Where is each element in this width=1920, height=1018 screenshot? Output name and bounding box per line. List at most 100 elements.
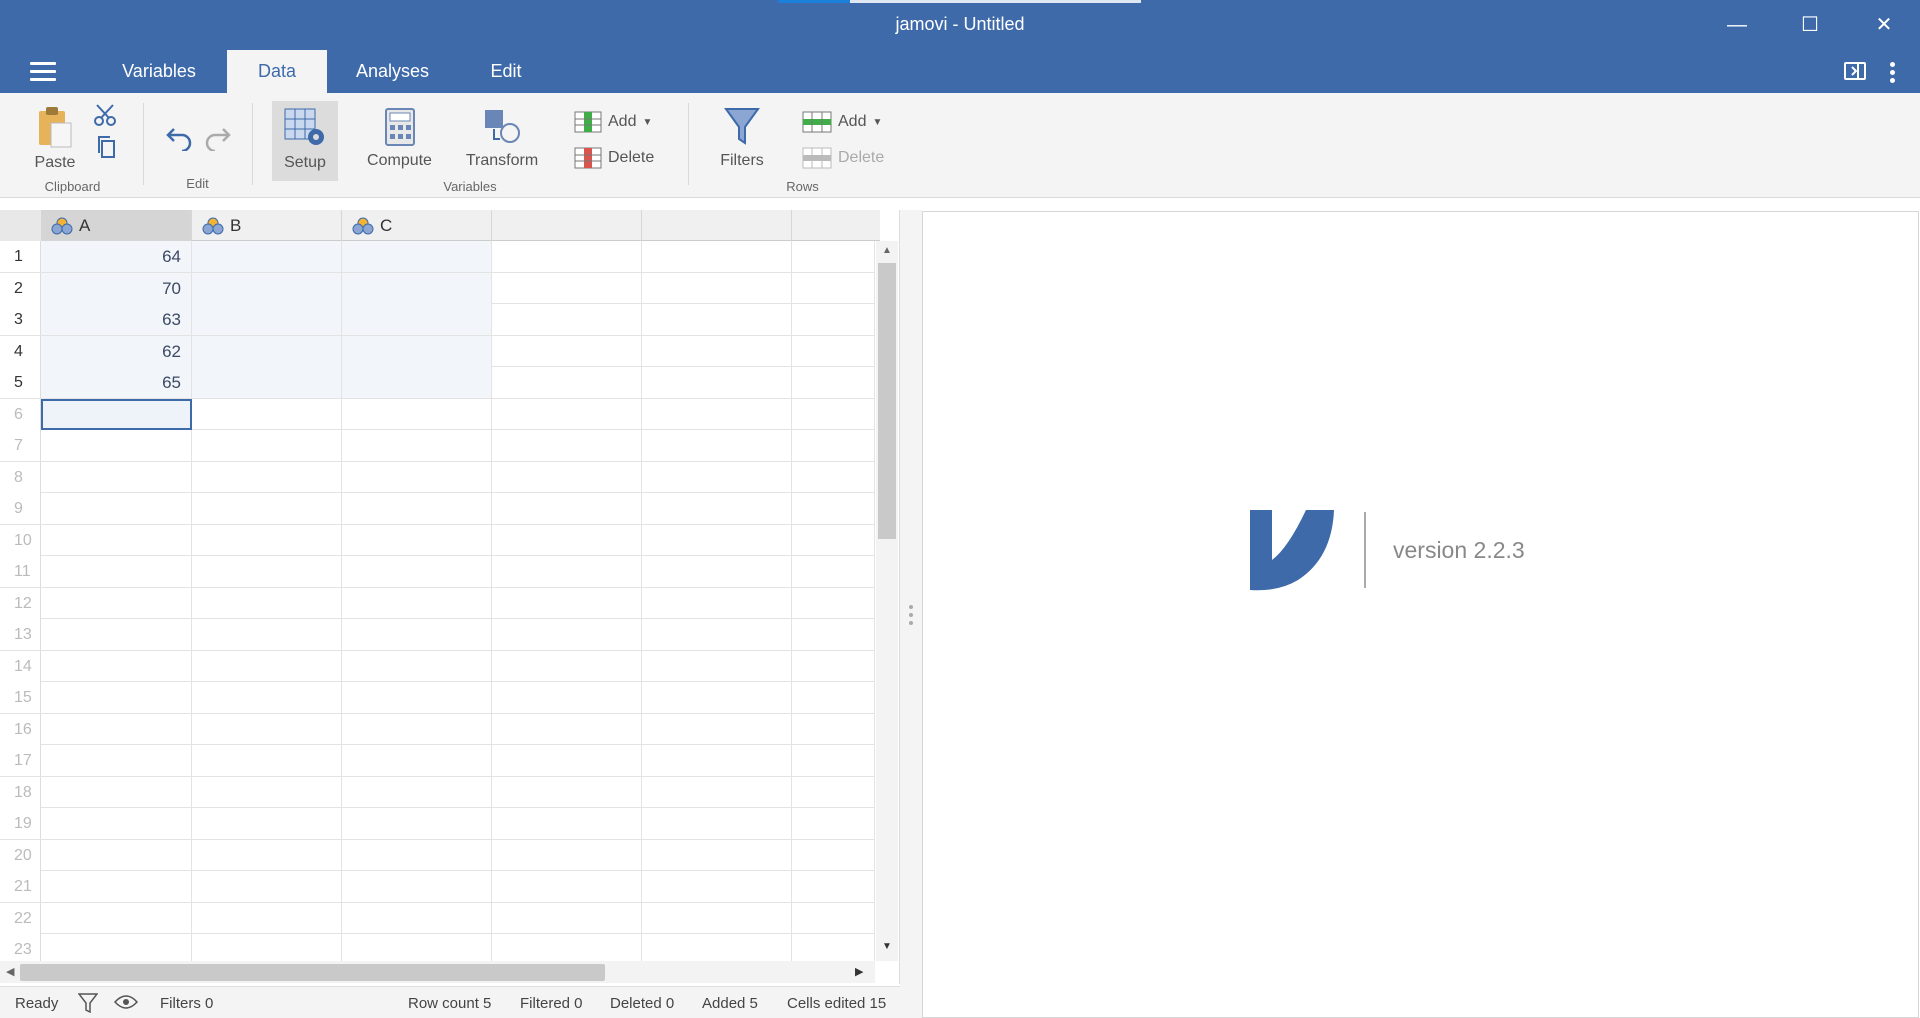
table-cell[interactable] (192, 808, 342, 839)
table-cell[interactable] (492, 745, 642, 776)
table-cell[interactable] (342, 398, 492, 430)
table-cell[interactable] (41, 650, 192, 682)
table-cell[interactable] (492, 682, 642, 713)
table-cell[interactable] (342, 335, 492, 367)
table-cell[interactable] (792, 619, 875, 650)
row-number[interactable]: 8 (0, 461, 41, 493)
table-cell[interactable] (792, 304, 875, 335)
table-cell[interactable] (642, 556, 792, 587)
eye-icon[interactable] (113, 994, 139, 1014)
table-cell[interactable] (192, 335, 342, 367)
table-cell[interactable] (492, 713, 642, 745)
table-cell[interactable] (792, 367, 875, 398)
toggle-results-icon[interactable] (1844, 62, 1866, 80)
table-cell[interactable] (192, 304, 342, 335)
table-cell[interactable] (41, 619, 192, 650)
table-cell[interactable]: 64 (41, 241, 192, 272)
menu-icon[interactable] (30, 62, 56, 82)
table-cell[interactable] (342, 367, 492, 398)
table-cell[interactable] (492, 556, 642, 587)
row-number[interactable]: 16 (0, 713, 41, 745)
maximize-icon[interactable]: ☐ (1790, 10, 1830, 40)
table-cell[interactable] (492, 398, 642, 430)
table-cell[interactable] (342, 587, 492, 619)
row-number[interactable]: 2 (0, 272, 41, 304)
minimize-icon[interactable]: — (1717, 10, 1757, 40)
table-cell[interactable] (41, 461, 192, 493)
table-cell[interactable]: 70 (41, 272, 192, 304)
table-cell[interactable] (642, 839, 792, 871)
vertical-scroll-thumb[interactable] (878, 263, 896, 539)
table-cell[interactable] (41, 524, 192, 556)
table-cell[interactable] (642, 493, 792, 524)
row-number[interactable]: 20 (0, 839, 41, 871)
table-cell[interactable] (492, 335, 642, 367)
table-cell[interactable] (342, 556, 492, 587)
table-cell[interactable] (642, 398, 792, 430)
row-number[interactable]: 19 (0, 808, 41, 839)
table-cell[interactable] (41, 430, 192, 461)
table-cell[interactable] (792, 871, 875, 902)
table-cell[interactable] (342, 776, 492, 808)
table-cell[interactable] (342, 524, 492, 556)
setup-button[interactable]: Setup (272, 101, 338, 181)
table-cell[interactable] (492, 524, 642, 556)
table-cell[interactable] (792, 934, 875, 961)
table-cell[interactable] (792, 902, 875, 934)
table-cell[interactable] (792, 556, 875, 587)
table-cell[interactable] (642, 871, 792, 902)
copy-icon[interactable] (96, 135, 116, 164)
table-cell[interactable] (41, 587, 192, 619)
filters-button[interactable]: Filters (712, 107, 772, 170)
table-cell[interactable] (41, 839, 192, 871)
row-number[interactable]: 21 (0, 871, 41, 902)
row-number[interactable]: 12 (0, 587, 41, 619)
row-number[interactable]: 7 (0, 430, 41, 461)
table-cell[interactable] (492, 776, 642, 808)
table-cell[interactable] (342, 871, 492, 902)
table-cell[interactable] (492, 430, 642, 461)
table-cell[interactable]: 63 (41, 304, 192, 335)
delete-variable-button[interactable]: Delete (574, 147, 654, 169)
table-cell[interactable] (792, 713, 875, 745)
table-cell[interactable] (342, 430, 492, 461)
table-cell[interactable] (342, 619, 492, 650)
table-cell[interactable] (492, 808, 642, 839)
table-cell[interactable] (41, 556, 192, 587)
table-cell[interactable] (342, 808, 492, 839)
table-cell[interactable] (192, 461, 342, 493)
row-number[interactable]: 6 (0, 398, 41, 430)
table-cell[interactable] (41, 682, 192, 713)
delete-row-button[interactable]: Delete (802, 147, 884, 169)
table-cell[interactable] (41, 934, 192, 961)
column-header-a[interactable]: A (41, 210, 192, 241)
table-cell[interactable] (792, 430, 875, 461)
compute-button[interactable]: Compute (362, 107, 437, 170)
table-cell[interactable] (792, 808, 875, 839)
table-cell[interactable] (792, 650, 875, 682)
table-cell[interactable] (41, 871, 192, 902)
table-cell[interactable] (192, 493, 342, 524)
row-number[interactable]: 11 (0, 556, 41, 587)
table-cell[interactable] (41, 902, 192, 934)
table-cell[interactable] (642, 241, 792, 272)
table-cell[interactable] (792, 461, 875, 493)
close-icon[interactable]: ✕ (1864, 10, 1904, 40)
add-variable-button[interactable]: Add ▼ (574, 111, 652, 133)
table-cell[interactable] (192, 398, 342, 430)
table-cell[interactable] (642, 335, 792, 367)
table-cell[interactable] (642, 650, 792, 682)
table-cell[interactable] (792, 524, 875, 556)
column-header-c[interactable]: C (342, 210, 492, 241)
column-header-b[interactable]: B (192, 210, 342, 241)
table-cell[interactable] (792, 493, 875, 524)
table-cell[interactable] (192, 524, 342, 556)
table-cell[interactable] (792, 682, 875, 713)
more-options-icon[interactable] (1890, 62, 1896, 83)
transform-button[interactable]: Transform (462, 107, 542, 170)
table-cell[interactable] (492, 241, 642, 272)
table-cell[interactable] (492, 871, 642, 902)
table-cell[interactable] (492, 272, 642, 304)
row-number[interactable]: 22 (0, 902, 41, 934)
table-cell[interactable] (342, 745, 492, 776)
